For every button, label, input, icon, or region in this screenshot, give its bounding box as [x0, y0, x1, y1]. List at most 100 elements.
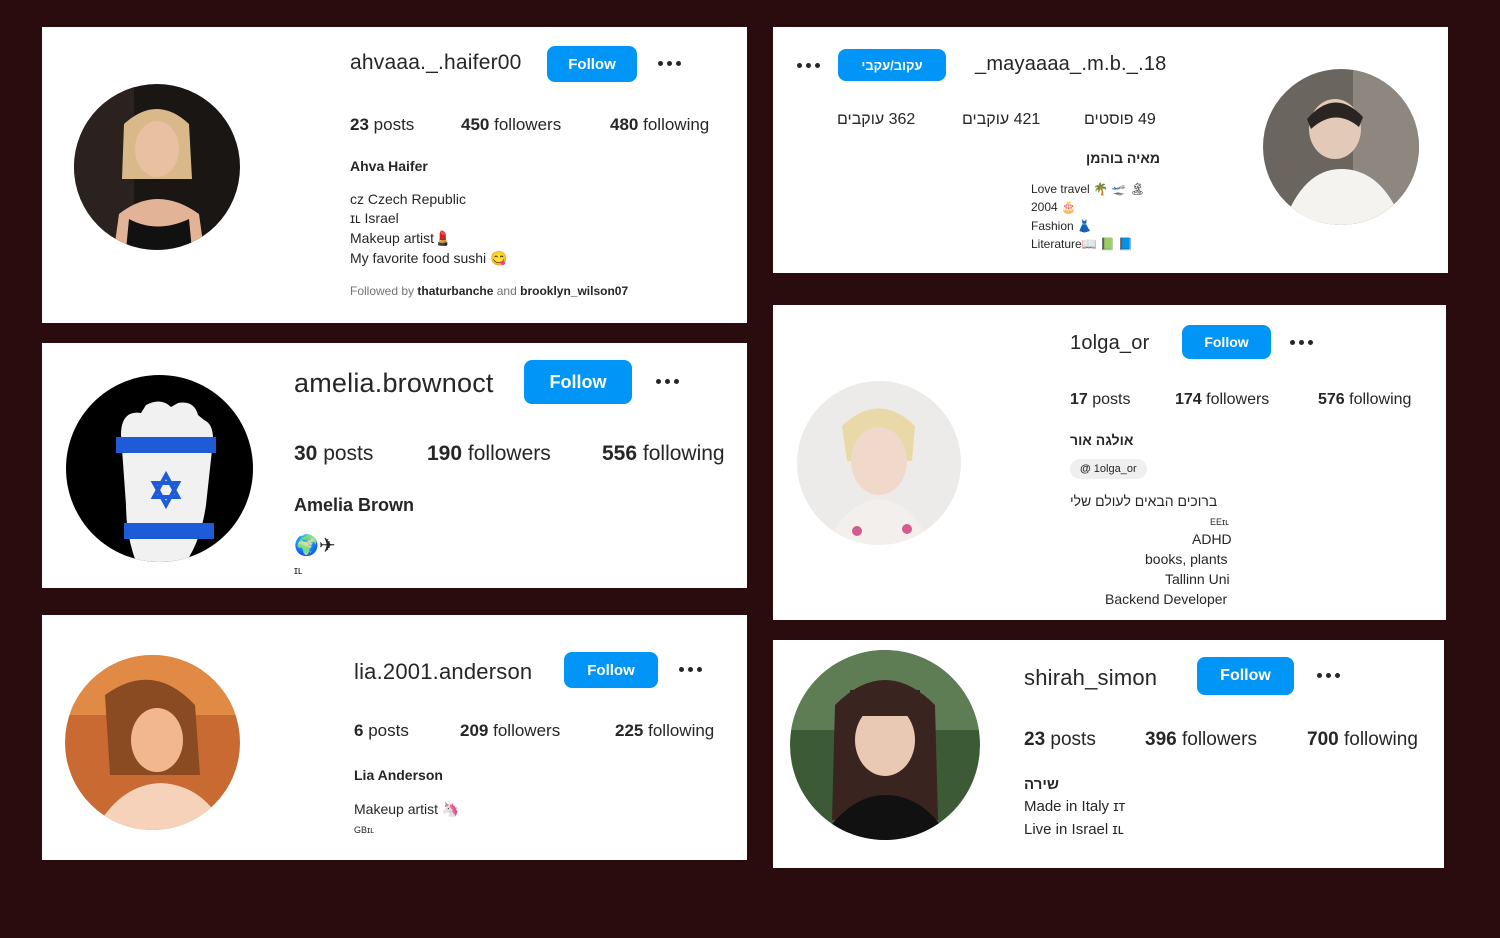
bio-line: Fashion 👗	[1031, 219, 1092, 233]
following-count[interactable]: 421 עוקבים	[962, 111, 1040, 129]
followers-count[interactable]: 362 עוקבים	[837, 111, 915, 129]
follow-button[interactable]: Follow	[1197, 657, 1294, 695]
bio-line: ɪʟ Israel	[350, 210, 399, 226]
profile-card-amelia: amelia.brownoct Follow 30 posts 190 foll…	[42, 343, 747, 588]
bio-line: Love travel 🌴 🛫 🏝	[1031, 182, 1145, 196]
profile-username: 1olga_or	[1070, 332, 1150, 354]
followers-label: followers	[1206, 391, 1270, 408]
bio-line: ברוכים הבאים לעולם שלי	[1070, 493, 1218, 509]
profile-name: Ahva Haifer	[350, 158, 428, 174]
followers-count[interactable]: 450 followers	[461, 115, 561, 135]
bio-line: Live in Israel ɪʟ	[1024, 821, 1124, 838]
following-label: following	[642, 442, 725, 465]
followed-by-user[interactable]: thaturbanche	[417, 284, 493, 298]
followers-number: 396	[1145, 729, 1177, 750]
profile-photo-icon	[797, 381, 961, 545]
bio-emoji: 🌍✈	[294, 535, 336, 557]
bio-line: Made in Italy ɪᴛ	[1024, 798, 1126, 815]
profile-username: _mayaaaa_.m.b._.18	[975, 53, 1167, 75]
posts-count: 49 פוסטים	[1084, 111, 1156, 128]
posts-number: 6	[354, 721, 364, 740]
following-number: 225	[615, 721, 644, 740]
profile-username: lia.2001.anderson	[354, 659, 533, 684]
following-label: following	[648, 721, 715, 740]
followers-count[interactable]: 209 followers	[460, 721, 560, 741]
posts-count: 23 posts	[350, 115, 414, 135]
posts-label: posts	[368, 721, 409, 740]
threads-icon: @	[1080, 463, 1091, 475]
threads-badge[interactable]: @ 1olga_or	[1070, 459, 1147, 479]
follow-button[interactable]: Follow	[524, 360, 632, 404]
more-options-icon[interactable]	[797, 63, 820, 68]
followers-number: 450	[461, 115, 490, 134]
posts-number: 23	[350, 115, 369, 134]
profile-photo-icon	[790, 650, 980, 840]
profile-avatar[interactable]	[1263, 69, 1419, 225]
posts-label: posts	[323, 442, 374, 465]
follow-button[interactable]: Follow	[547, 46, 637, 82]
profile-avatar[interactable]	[65, 655, 240, 830]
posts-number: 17	[1070, 391, 1088, 408]
follow-button[interactable]: Follow	[1182, 325, 1271, 359]
profile-card-mayaaaa: עקוב/עקבי _mayaaaa_.m.b._.18 362 עוקבים …	[773, 27, 1448, 273]
following-count[interactable]: 700 following	[1307, 729, 1418, 751]
followers-count[interactable]: 396 followers	[1145, 729, 1257, 751]
following-number: 576	[1318, 391, 1345, 408]
bio-line: Tallinn Uni	[1165, 571, 1230, 587]
following-number: 700	[1307, 729, 1339, 750]
threads-handle: 1olga_or	[1093, 463, 1137, 475]
followers-number: 174	[1175, 391, 1202, 408]
profile-avatar[interactable]	[74, 84, 240, 250]
more-options-icon[interactable]	[1317, 673, 1340, 678]
posts-number: 23	[1024, 729, 1046, 750]
following-count[interactable]: 576 following	[1318, 391, 1411, 409]
more-options-icon[interactable]	[679, 667, 702, 672]
more-options-icon[interactable]	[1290, 340, 1313, 345]
followers-label: followers	[494, 115, 562, 134]
followers-number: 190	[427, 442, 463, 465]
follow-button[interactable]: Follow	[564, 652, 658, 688]
profile-avatar[interactable]	[797, 381, 961, 545]
bio-line: Literature📖 📗 📘	[1031, 237, 1134, 251]
followers-count[interactable]: 174 followers	[1175, 391, 1269, 409]
bio-line: My favorite food sushi 😋	[350, 250, 508, 266]
following-label: following	[1349, 391, 1412, 408]
bio-line: Makeup artist💄	[350, 230, 452, 246]
followers-label: followers	[493, 721, 561, 740]
bio-line: EEɪʟ	[1210, 517, 1229, 527]
following-count[interactable]: 480 following	[610, 115, 709, 135]
following-count[interactable]: 225 following	[615, 721, 714, 741]
following-number: 556	[602, 442, 638, 465]
following-count[interactable]: 556 following	[602, 442, 725, 466]
following-number: 480	[610, 115, 639, 134]
followers-label: followers	[1181, 729, 1257, 750]
posts-count: 23 posts	[1024, 729, 1096, 751]
profile-name: Lia Anderson	[354, 767, 443, 783]
more-options-icon[interactable]	[658, 61, 681, 66]
bio-line: GBɪʟ	[354, 825, 374, 835]
profile-username: amelia.brownoct	[294, 368, 494, 398]
follow-button[interactable]: עקוב/עקבי	[838, 49, 946, 81]
bio-line: Backend Developer	[1105, 591, 1228, 607]
more-options-icon[interactable]	[656, 379, 679, 384]
profile-card-ahvaaa: ahvaaa._.haifer00 Follow 23 posts 450 fo…	[42, 27, 747, 323]
followers-count[interactable]: 190 followers	[427, 442, 551, 466]
posts-label: posts	[1050, 729, 1096, 750]
posts-label: posts	[373, 115, 415, 134]
followed-by-prefix: Followed by	[350, 284, 415, 298]
posts-label: posts	[1092, 391, 1131, 408]
profile-photo-icon	[74, 84, 240, 250]
posts-count: 30 posts	[294, 442, 373, 466]
profile-card-olga: 1olga_or Follow 17 posts 174 followers 5…	[773, 305, 1446, 620]
posts-count: 6 posts	[354, 721, 409, 741]
bio-line: Makeup artist 🦄	[354, 801, 460, 817]
followed-by-user[interactable]: brooklyn_wilson07	[520, 284, 628, 298]
profile-name: Amelia Brown	[294, 495, 415, 515]
posts-count: 17 posts	[1070, 391, 1131, 409]
posts-number: 30	[294, 442, 318, 465]
profile-photo-icon	[1263, 69, 1419, 225]
profile-avatar[interactable]	[790, 650, 980, 840]
following-label: following	[643, 115, 710, 134]
profile-username: ahvaaa._.haifer00	[350, 51, 522, 74]
profile-avatar[interactable]	[66, 375, 253, 562]
